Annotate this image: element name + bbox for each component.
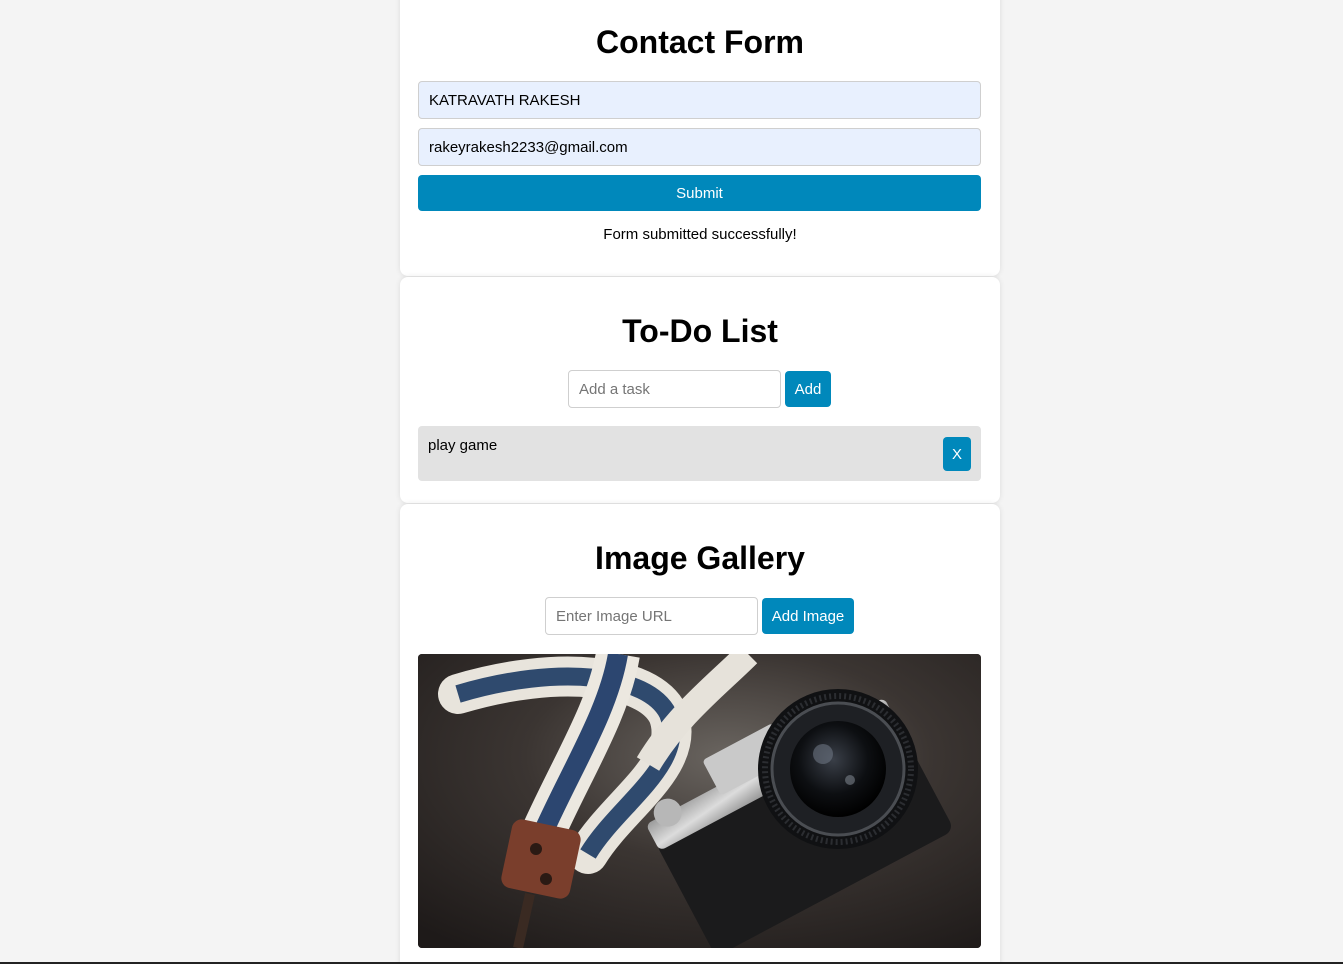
page: Contact Form Submit Form submitted succe…: [0, 0, 1343, 964]
remove-task-button[interactable]: X: [943, 437, 971, 471]
contact-form-title: Contact Form: [596, 24, 804, 60]
todo-title: To-Do List: [622, 313, 778, 349]
gallery-title: Image Gallery: [595, 540, 805, 576]
task-input[interactable]: [568, 370, 781, 408]
submit-button[interactable]: Submit: [418, 175, 981, 211]
todo-card: To-Do List Add play game X: [400, 277, 1000, 503]
contact-form-card: Contact Form Submit Form submitted succe…: [400, 0, 1000, 276]
todo-item: play game X: [418, 426, 981, 481]
status-message: Form submitted successfully!: [603, 226, 797, 243]
add-task-button[interactable]: Add: [785, 371, 831, 407]
gallery-image-camera: [418, 654, 981, 948]
add-image-button[interactable]: Add Image: [762, 598, 854, 634]
camera-photo-illustration: [418, 654, 981, 948]
name-field[interactable]: [418, 81, 981, 119]
gallery-card: Image Gallery Add Image: [400, 504, 1000, 964]
todo-item-text: play game: [428, 437, 498, 454]
email-field[interactable]: [418, 128, 981, 166]
image-url-input[interactable]: [545, 597, 758, 635]
